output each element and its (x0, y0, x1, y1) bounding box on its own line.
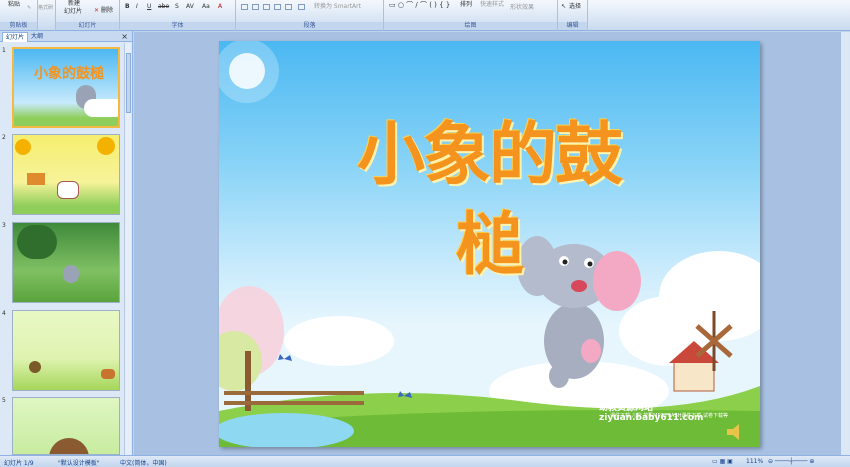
close-icon[interactable]: × (121, 31, 128, 42)
justify-button[interactable] (274, 4, 281, 10)
slide-thumb-image (12, 310, 120, 391)
strikethrough-button[interactable]: abe (158, 3, 169, 11)
tab-slides[interactable]: 幻灯片 (2, 32, 29, 42)
slides-label: 幻灯片 (56, 22, 119, 30)
bold-button[interactable]: B (125, 3, 130, 11)
cloud-shape (84, 99, 118, 117)
butterfly-shape (278, 354, 292, 361)
ribbon: 粘贴 ✎ 剪贴板 格式刷 新建 幻灯片 ✕ 删除 幻灯片 B I U abe S… (0, 0, 850, 31)
panel-tabs: 幻灯片 大纲 × (0, 31, 132, 42)
language[interactable]: 中文(简体，中国) (120, 458, 167, 467)
format-painter-button[interactable]: ✎ (27, 4, 31, 12)
delete-slide-button[interactable]: 删除 (101, 7, 113, 15)
slides-panel: 幻灯片 大纲 × 1 小象的鼓槌 2 3 4 5 (0, 31, 133, 455)
shadow-button[interactable]: S (175, 3, 179, 11)
font-color-button[interactable]: A (218, 3, 222, 11)
slide-number: 3 (2, 222, 6, 229)
slide-number: 4 (2, 310, 6, 317)
select-arrow-icon[interactable]: ↖ (561, 3, 566, 11)
clipboard-group: 粘贴 ✎ 剪贴板 (0, 0, 38, 31)
slide-thumb-image (12, 134, 120, 215)
columns-button[interactable] (298, 4, 305, 10)
flower-shape (97, 137, 115, 155)
cloud-shape (284, 316, 394, 366)
change-case-button[interactable]: Aa (202, 3, 210, 11)
clipboard-label: 剪贴板 (0, 22, 37, 30)
slide-title[interactable]: 小象的鼓槌 (329, 111, 649, 291)
new-slide-label: 幻灯片 (64, 8, 83, 15)
zoom-slider[interactable]: ⊖ ────┼──── ⊕ (768, 458, 814, 465)
slide-number: 2 (2, 134, 6, 141)
tree-shape (17, 225, 57, 259)
paragraph-label: 段落 (236, 22, 383, 30)
panel-scrollbar[interactable] (124, 43, 131, 455)
delete-slide-icon[interactable]: ✕ (94, 7, 99, 15)
smartart-button[interactable]: 转换为 SmartArt (314, 3, 361, 11)
scrollbar-thumb[interactable] (126, 53, 131, 113)
editing-label: 编辑 (558, 22, 587, 30)
status-bar: 幻灯片 1/9 "默认设计模板" 中文(简体，中国) ▭ ▦ ▣ 111% ⊖ … (0, 455, 850, 467)
distributed-button[interactable] (285, 4, 292, 10)
quick-styles-button[interactable]: 快速样式 (480, 1, 504, 9)
slide-number: 1 (2, 47, 6, 54)
format-painter-label[interactable]: 格式刷 (38, 4, 53, 12)
flower-shape (15, 139, 31, 155)
slides-group: 新建 幻灯片 ✕ 删除 幻灯片 (56, 0, 120, 31)
theme-name[interactable]: "默认设计模板" (58, 458, 100, 467)
vertical-scrollbar[interactable] (840, 32, 850, 455)
zoom-level[interactable]: 111% (746, 458, 763, 465)
view-buttons[interactable]: ▭ ▦ ▣ (712, 458, 733, 465)
main-slide[interactable]: 小象的鼓槌 幼教资源网站 ziyuan.baby611.com 课件下载 儿歌 … (219, 41, 760, 447)
new-slide-button[interactable]: 新建 (68, 0, 80, 8)
editing-group: ↖ 选择 编辑 (558, 0, 588, 31)
align-center-button[interactable] (252, 4, 259, 10)
elephant-icon (63, 265, 79, 283)
underline-button[interactable]: U (147, 3, 151, 11)
arrange-button[interactable]: 排列 (460, 1, 472, 9)
font-group: B I U abe S AV Aa A 字体 (120, 0, 236, 31)
slide-thumb-image (12, 222, 120, 303)
font-label: 字体 (120, 22, 235, 30)
align-right-button[interactable] (263, 4, 270, 10)
slide-thumb-image: 小象的鼓槌 (12, 47, 120, 128)
slide-number: 5 (2, 397, 6, 404)
basket-shape (27, 173, 45, 185)
align-left-button[interactable] (241, 4, 248, 10)
snail-shape (29, 361, 41, 373)
thumb-title: 小象的鼓槌 (34, 66, 104, 82)
hill-shape (49, 438, 89, 454)
spacing-button[interactable]: AV (186, 3, 194, 11)
tab-outline[interactable]: 大纲 (28, 32, 46, 42)
slide-count: 幻灯片 1/9 (4, 460, 34, 467)
paragraph-group: 转换为 SmartArt 段落 (236, 0, 384, 31)
paste-button[interactable]: 粘贴 (8, 1, 20, 9)
site-watermark-sub: 课件下载 儿歌 故事MP3 FLASH课件下载 试卷下载等 (610, 413, 729, 419)
windmill-house-shape (673, 360, 715, 392)
leaf-shape (101, 369, 115, 379)
drawing-label: 绘图 (384, 22, 557, 30)
fence-shape (224, 391, 364, 395)
drum-shape (57, 181, 79, 199)
italic-button[interactable]: I (136, 3, 138, 11)
shapes-gallery[interactable]: ▭ ○ ⌒ ∕ ⌒ ( ) { } (389, 1, 450, 9)
slide-thumb-image (12, 397, 120, 455)
drawing-group: ▭ ○ ⌒ ∕ ⌒ ( ) { } 排列 快速样式 形状效果 绘图 (384, 0, 558, 31)
select-button[interactable]: 选择 (569, 3, 581, 11)
shape-effects-button[interactable]: 形状效果 (510, 4, 534, 12)
